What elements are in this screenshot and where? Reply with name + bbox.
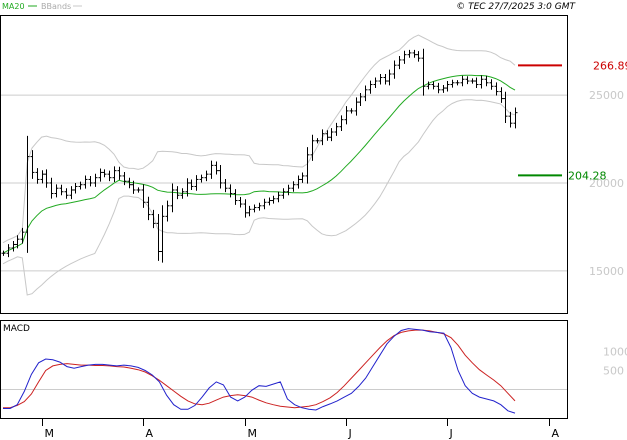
macd-title: MACD bbox=[3, 324, 30, 334]
month-label: A bbox=[552, 427, 560, 440]
price-tick-label: 25000 bbox=[589, 89, 624, 102]
month-label: J bbox=[449, 427, 453, 440]
price-axis: 15000 20000 25000 bbox=[589, 89, 624, 278]
macd-tick-label: 500 bbox=[603, 364, 624, 377]
month-axis: MAMJJA bbox=[42, 418, 560, 440]
macd-axis: 500 1000 bbox=[603, 345, 627, 377]
month-label: A bbox=[146, 427, 154, 440]
month-label: M bbox=[45, 427, 55, 440]
ma20-legend: MA20 bbox=[2, 2, 25, 11]
stock-chart: 266.89204.28 150002000025000 MACD 500100… bbox=[0, 2, 627, 440]
month-label: J bbox=[348, 427, 352, 440]
bbands-legend: BBands bbox=[41, 2, 71, 11]
resistance-level-label: 266.89 bbox=[593, 59, 627, 72]
price-tick-label: 20000 bbox=[589, 177, 624, 190]
price-tick-label: 15000 bbox=[589, 265, 624, 278]
price-panel-frame bbox=[0, 15, 568, 314]
macd-tick-label: 1000 bbox=[603, 345, 627, 358]
month-label: M bbox=[248, 427, 258, 440]
timestamp: © TEC 27/7/2025 3:0 GMT bbox=[456, 2, 576, 12]
macd-panel-frame bbox=[0, 320, 568, 419]
